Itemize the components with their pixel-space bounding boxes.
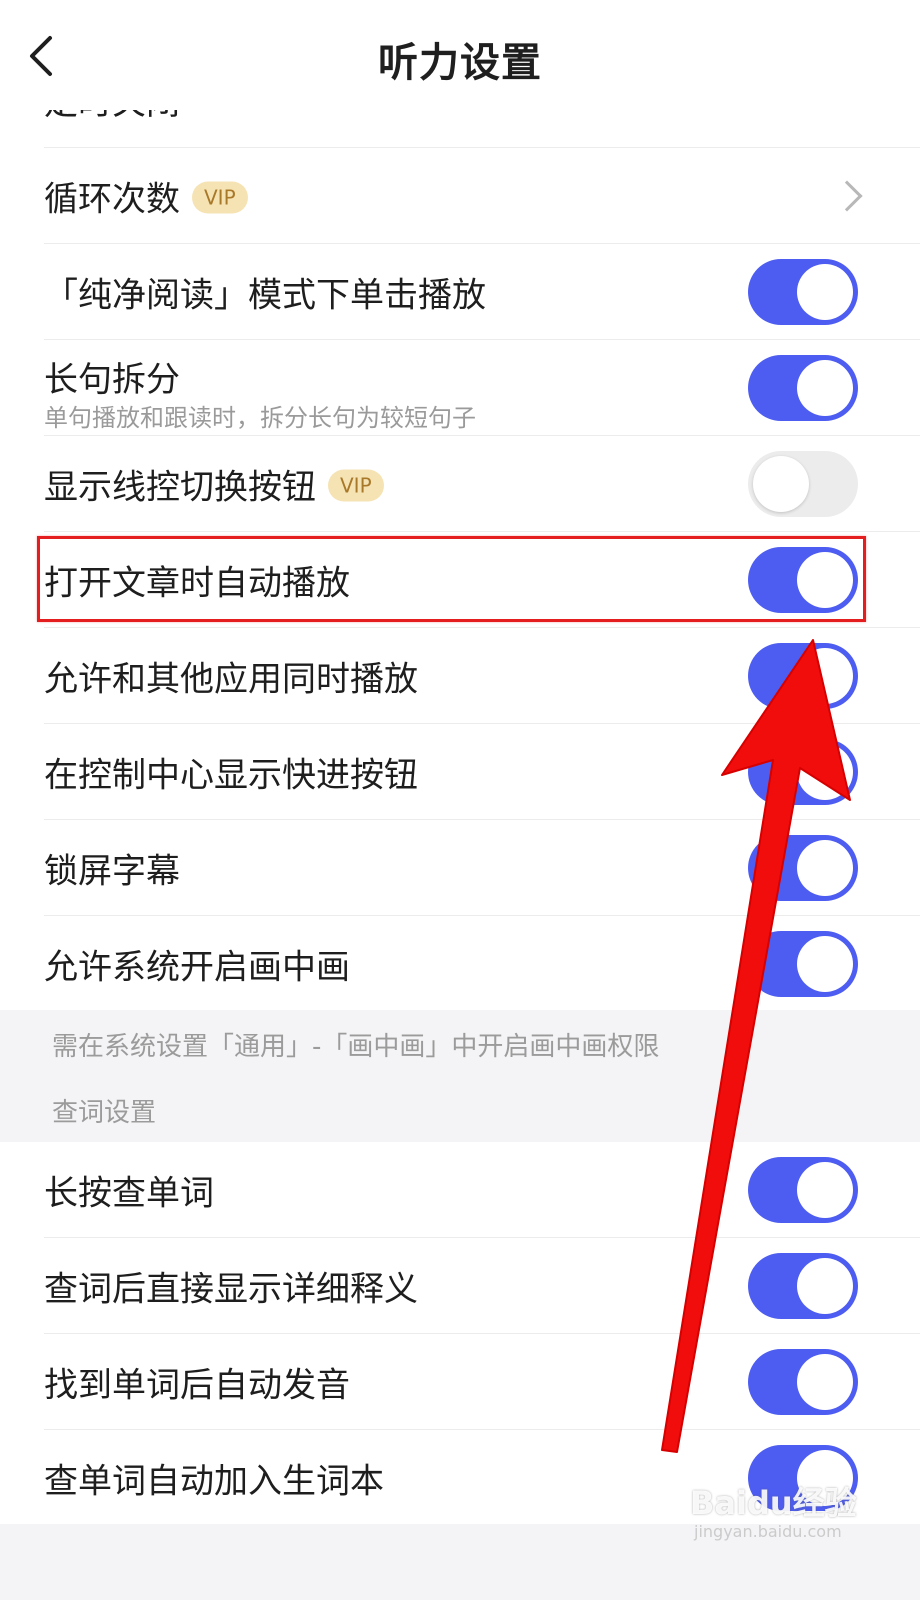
- watermark-logo: Baidu经验: [690, 1484, 857, 1522]
- row-label: 循环次数 VIP: [44, 171, 248, 220]
- toggle-switch[interactable]: [748, 642, 858, 709]
- pip-note: 需在系统设置「通用」-「画中画」中开启画中画权限: [52, 1032, 660, 1062]
- toggle-switch[interactable]: [748, 834, 858, 901]
- toggle-switch[interactable]: [748, 354, 858, 421]
- toggle-switch[interactable]: [748, 546, 858, 613]
- row-label: 显示线控切换按钮 VIP: [44, 459, 384, 508]
- settings-row-auto-pronounce: 找到单词后自动发音: [44, 1334, 920, 1430]
- toggle-switch[interactable]: [748, 1252, 858, 1319]
- vip-badge: VIP: [192, 181, 248, 214]
- settings-row-control-center-fast-forward: 在控制中心显示快进按钮: [44, 724, 920, 820]
- row-label: 查词后直接显示详细释义: [44, 1269, 418, 1309]
- toggle-knob: [753, 455, 809, 512]
- settings-row-long-press-lookup: 长按查单词: [44, 1142, 920, 1238]
- toggle-knob: [797, 1353, 853, 1410]
- toggle-knob: [797, 1257, 853, 1314]
- settings-row-pure-reading-tap-play: 「纯净阅读」模式下单击播放: [44, 244, 920, 340]
- section-separator: 需在系统设置「通用」-「画中画」中开启画中画权限 查词设置: [0, 1010, 920, 1142]
- toggle-knob: [797, 839, 853, 896]
- toggle-switch[interactable]: [748, 931, 858, 997]
- baidu-watermark: Baidu经验 jingyan.baidu.com: [690, 1478, 870, 1552]
- toggle-knob: [797, 743, 853, 800]
- row-subtitle: 单句播放和跟读时，拆分长句为较短句子: [44, 404, 476, 432]
- toggle-switch[interactable]: [748, 1156, 858, 1223]
- settings-row-mix-with-other-apps: 允许和其他应用同时播放: [44, 628, 920, 724]
- vip-badge: VIP: [328, 469, 384, 502]
- toggle-switch[interactable]: [748, 258, 858, 325]
- toggle-knob: [797, 1161, 853, 1218]
- settings-row-lock-screen-subtitles: 锁屏字幕: [44, 820, 920, 916]
- section-title-lookup: 查词设置: [52, 1098, 157, 1128]
- chevron-right-icon: [831, 179, 863, 212]
- settings-row-show-detailed-definition: 查词后直接显示详细释义: [44, 1238, 920, 1334]
- row-label: 找到单词后自动发音: [44, 1365, 350, 1405]
- toggle-knob: [797, 263, 853, 320]
- toggle-switch[interactable]: [748, 738, 858, 805]
- row-label: 允许系统开启画中画: [44, 947, 350, 988]
- settings-row-wired-control-button: 显示线控切换按钮 VIP: [44, 436, 920, 532]
- settings-row-long-sentence-split: 长句拆分 单句播放和跟读时，拆分长句为较短句子: [44, 340, 920, 436]
- watermark-url: jingyan.baidu.com: [694, 1522, 842, 1541]
- row-label: 长句拆分: [44, 360, 180, 400]
- nav-bar: 听力设置: [0, 0, 920, 110]
- page-title: 听力设置: [378, 40, 542, 86]
- row-label: 查单词自动加入生词本: [44, 1461, 384, 1502]
- toggle-knob: [797, 551, 853, 608]
- row-label: 打开文章时自动播放: [44, 563, 350, 603]
- row-label: 在控制中心显示快进按钮: [44, 755, 418, 795]
- toggle-knob: [797, 359, 853, 416]
- settings-row-auto-play-on-open: 打开文章时自动播放: [44, 532, 920, 628]
- row-label: 允许和其他应用同时播放: [44, 659, 418, 699]
- settings-row-picture-in-picture: 允许系统开启画中画: [44, 916, 920, 1012]
- row-label: 锁屏字幕: [44, 851, 180, 891]
- row-label: 长按查单词: [44, 1173, 214, 1213]
- toggle-knob: [797, 647, 853, 704]
- row-label: 「纯净阅读」模式下单击播放: [44, 275, 486, 315]
- toggle-knob: [797, 936, 853, 992]
- toggle-switch[interactable]: [748, 1348, 858, 1415]
- toggle-switch[interactable]: [748, 450, 858, 517]
- settings-row-loop-count[interactable]: 循环次数 VIP: [44, 148, 920, 244]
